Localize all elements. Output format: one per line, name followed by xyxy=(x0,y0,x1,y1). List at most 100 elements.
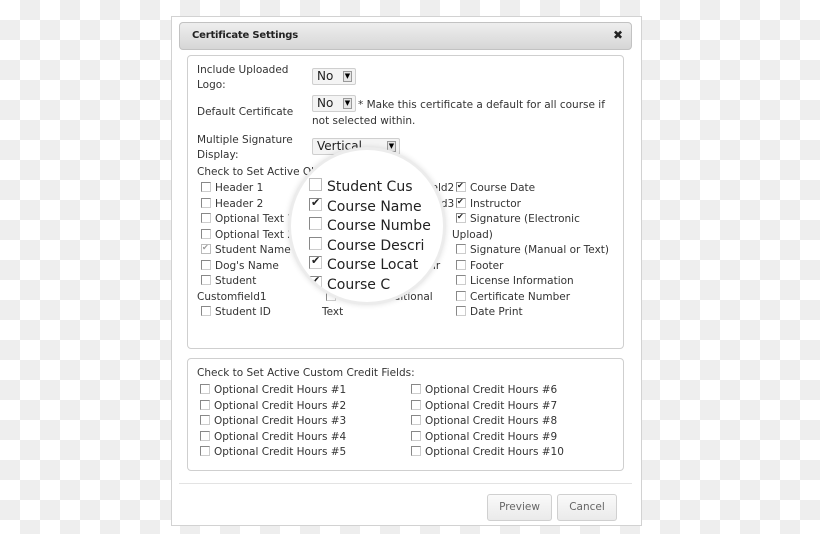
default-certificate-select[interactable]: No ▼ xyxy=(312,95,356,112)
checkbox-label: Optional Text 2 xyxy=(215,228,294,241)
magnified-checkbox-item: Course Descri xyxy=(309,236,424,255)
checkbox-item[interactable]: Optional Credit Hours #9 xyxy=(411,430,557,444)
checkbox-unchecked[interactable] xyxy=(201,213,211,223)
checkbox-unchecked[interactable] xyxy=(456,306,466,316)
checkbox-item[interactable]: Optional Credit Hours #7 xyxy=(411,399,557,413)
magnifier-lens: Student Cus Course Name Course Numbe Course… xyxy=(291,150,443,302)
checkbox-unchecked[interactable] xyxy=(456,290,466,301)
checkbox-item[interactable]: Instructor xyxy=(456,197,521,211)
checkbox-item[interactable]: Student xyxy=(201,274,256,288)
checkbox-unchecked[interactable] xyxy=(200,415,210,425)
checkbox-item[interactable]: Certificate Number xyxy=(456,290,570,304)
checkbox-label-continuation: Customfield1 xyxy=(197,290,267,304)
checkbox-checked xyxy=(309,197,322,211)
checkbox-label: Footer xyxy=(470,259,504,272)
checkbox-item[interactable]: Optional Credit Hours #8 xyxy=(411,414,557,428)
magnified-label: Course C xyxy=(327,276,391,293)
checkbox-unchecked[interactable] xyxy=(411,446,421,456)
dropdown-arrow-icon: ▼ xyxy=(343,98,352,109)
checkbox-item[interactable]: Optional Credit Hours #1 xyxy=(200,383,346,397)
checkbox-checked[interactable] xyxy=(456,182,466,192)
checkbox-unchecked[interactable] xyxy=(200,446,210,456)
checkbox-item[interactable]: Header 1 xyxy=(201,181,263,195)
magnified-label: Course Name xyxy=(327,198,422,215)
checkbox-label: Optional Credit Hours #6 xyxy=(425,384,558,396)
include-logo-value: No xyxy=(317,69,334,83)
checkbox-unchecked[interactable] xyxy=(411,384,421,394)
default-certificate-note: * Make this certificate a default for al… xyxy=(358,99,605,111)
checkbox-item[interactable]: Student Name xyxy=(201,243,291,257)
checkbox-unchecked[interactable] xyxy=(201,228,211,239)
checkbox-unchecked xyxy=(309,217,322,230)
checkbox-item[interactable]: Optional Text 1 xyxy=(201,212,294,226)
checkbox-item[interactable]: Footer xyxy=(456,259,503,273)
checkbox-label: Student xyxy=(215,275,257,287)
checkbox-unchecked[interactable] xyxy=(456,244,466,254)
checkbox-item[interactable]: Header 2 xyxy=(201,197,263,211)
checkbox-unchecked xyxy=(309,236,322,250)
include-logo-select[interactable]: No ▼ xyxy=(312,68,356,85)
credits-heading: Check to Set Active Custom Credit Fields… xyxy=(197,367,415,379)
dialog-header: Certificate Settings ✖ xyxy=(179,22,632,50)
checkbox-item[interactable]: Signature (Manual or Text) xyxy=(456,243,609,257)
footer-divider xyxy=(179,483,632,484)
checkbox-unchecked[interactable] xyxy=(201,182,211,192)
checkbox-unchecked[interactable] xyxy=(201,259,211,270)
checkbox-item[interactable]: Signature (Electronic xyxy=(456,212,580,226)
checkbox-unchecked[interactable] xyxy=(456,275,466,285)
checkbox-label: Optional Credit Hours #10 xyxy=(425,446,564,458)
dialog-title: Certificate Settings xyxy=(192,30,298,41)
checkbox-unchecked[interactable] xyxy=(201,275,211,285)
checkbox-label-continuation: Text xyxy=(322,305,343,319)
dropdown-arrow-icon: ▼ xyxy=(343,71,352,82)
checkbox-unchecked[interactable] xyxy=(411,399,421,410)
magnified-label: Course Numbe xyxy=(327,218,431,234)
magnified-checkbox-item: Course Numbe xyxy=(309,217,431,235)
checkbox-item[interactable]: Optional Credit Hours #3 xyxy=(200,414,346,428)
close-icon[interactable]: ✖ xyxy=(613,28,623,42)
checkbox-label: Dog's Name xyxy=(215,259,279,272)
checkbox-item[interactable]: Optional Credit Hours #6 xyxy=(411,383,557,397)
checkbox-item[interactable]: License Information xyxy=(456,274,574,288)
checkbox-label: Customfield1 xyxy=(197,290,267,303)
checkbox-item[interactable]: Dog's Name xyxy=(201,259,279,273)
checkbox-checked[interactable] xyxy=(456,213,466,223)
checkbox-item[interactable]: Optional Credit Hours #4 xyxy=(200,430,346,444)
custom-credit-panel: Check to Set Active Custom Credit Fields… xyxy=(187,358,624,471)
checkbox-unchecked[interactable] xyxy=(200,399,210,410)
checkbox-label: Student ID xyxy=(215,306,271,318)
checkbox-item[interactable]: Date Print xyxy=(456,305,523,319)
checkbox-checked[interactable] xyxy=(201,244,211,254)
checkbox-unchecked xyxy=(309,178,322,191)
magnified-checkbox-item: Course Name xyxy=(309,197,422,216)
checkbox-label: Optional Credit Hours #7 xyxy=(425,399,558,412)
checkbox-unchecked[interactable] xyxy=(201,306,211,316)
cancel-button[interactable]: Cancel xyxy=(557,494,617,521)
checkbox-item[interactable]: Optional Credit Hours #10 xyxy=(411,445,564,459)
checkbox-checked[interactable] xyxy=(456,197,466,208)
checkbox-unchecked[interactable] xyxy=(200,430,210,441)
checkbox-unchecked[interactable] xyxy=(456,259,466,270)
multiple-signature-label-2: Display: xyxy=(197,149,239,161)
magnified-label: Student Cus xyxy=(327,179,413,195)
checkbox-unchecked[interactable] xyxy=(200,384,210,394)
default-certificate-value: No xyxy=(317,96,334,110)
checkbox-item[interactable]: Student ID xyxy=(201,305,271,319)
checkbox-label: Optional Credit Hours #3 xyxy=(214,415,347,427)
dropdown-arrow-icon: ▼ xyxy=(387,141,396,152)
checkbox-unchecked[interactable] xyxy=(411,430,421,441)
magnified-checkbox-item: Student Cus xyxy=(309,178,413,196)
preview-button[interactable]: Preview xyxy=(487,494,552,521)
checkbox-label: Course Date xyxy=(470,182,536,194)
checkbox-label: Date Print xyxy=(470,306,523,318)
checkbox-unchecked[interactable] xyxy=(201,197,211,208)
checkbox-unchecked[interactable] xyxy=(411,415,421,425)
checkbox-item[interactable]: Optional Text 2 xyxy=(201,228,294,242)
checkbox-item[interactable]: Optional Credit Hours #2 xyxy=(200,399,346,413)
magnified-checkbox-item: Course Locat xyxy=(309,256,418,274)
checkbox-item[interactable]: Optional Credit Hours #5 xyxy=(200,445,346,459)
include-logo-label: Include Uploaded xyxy=(197,64,289,76)
checkbox-label: Header 2 xyxy=(215,197,264,210)
checkbox-item[interactable]: Course Date xyxy=(456,181,535,195)
magnified-checkbox-item: Course C xyxy=(309,275,391,294)
